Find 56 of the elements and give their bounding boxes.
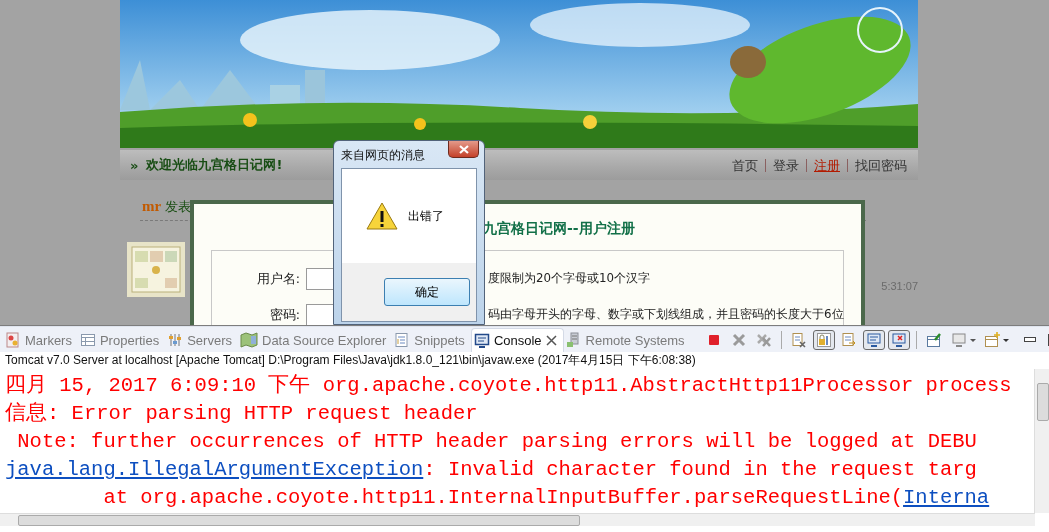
alert-title: 来自网页的消息 [341,147,425,164]
clear-console-icon [790,332,807,348]
console-line: java.lang.IllegalArgumentException: Invalid character found in the request targ [5,457,978,483]
minimize-icon[interactable] [1023,337,1036,343]
map-icon [240,332,258,348]
field-hint: 码由字母开头的字母、数字或下划线组成，并且密码的长度大于6位 [488,307,844,323]
nav-link[interactable]: 找回密码 [847,158,914,172]
stderr-console-icon [890,332,907,348]
lock-icon [815,332,832,348]
close-icon [730,332,747,348]
view-tab[interactable]: Console [470,328,564,352]
view-tab[interactable]: Markers [3,328,78,352]
nav-link[interactable]: 注册 [806,158,847,172]
view-tab[interactable]: Snippets [392,328,471,352]
bullet-mark: » [130,157,139,173]
console-line: Note: further occurrences of HTTP header parsing errors will be logged at DEBU [16,429,978,455]
nav-link[interactable]: 登录 [765,158,806,172]
stdout-console-icon [865,332,882,348]
welcome-text: 欢迎光临九宫格日记网! [146,156,283,174]
close-icon [545,335,557,346]
alert-message: 出错了 [408,207,444,225]
close-all-icon [755,332,772,348]
console-line: at org.apache.coyote.http11.InternalInputBuffer.parseRequestLine(Interna [102,485,991,511]
post-time: 5:31:07 [881,280,918,292]
console-line: 信息: Error parsing HTTP request header [5,401,479,427]
display-icon [950,332,977,348]
field-label: 密码: [268,306,300,324]
markers-icon [5,332,21,348]
properties-icon [79,332,96,348]
snippets-icon [394,332,411,348]
field-label: 用户名: [255,270,300,288]
close-button[interactable] [448,141,479,158]
warning-icon [366,202,398,230]
servers-icon [167,332,184,348]
toolbar-button[interactable] [887,330,910,350]
view-tab[interactable]: Properties [77,328,166,352]
post-action: 发表 [165,198,192,216]
console-icon [473,332,490,349]
stack-trace-link[interactable]: Interna [903,486,990,509]
horizontal-scrollbar[interactable] [0,513,1035,526]
vertical-scrollbar[interactable] [1034,369,1049,513]
stack-trace-link[interactable]: java.lang.IllegalArgumentException [5,458,424,481]
view-tab[interactable]: Servers [165,328,238,352]
console-title: Tomcat v7.0 Server at localhost [Apache Tomcat] D:\Program Files\Java\jdk1.8.0_121\bin\javaw.exe (2017年4月15日 下午6:08:38) [4,352,697,369]
close-icon [458,144,469,154]
new-console-icon [983,332,1010,348]
view-tab[interactable]: Remote Systems [563,328,691,352]
nav-link[interactable]: 首页 [725,158,765,172]
view-tab[interactable]: Data Source Explorer [238,328,393,352]
server-icon [565,332,582,348]
toolbar-button[interactable] [862,330,885,350]
console-line: 四月 15, 2017 6:09:10 下午 org.apache.coyote.http11.AbstractHttp11Processor process [5,373,1013,399]
field-hint: 度限制为20个字母或10个汉字 [488,271,652,287]
pin-icon [925,332,942,348]
ok-button[interactable]: 确定 [384,278,470,306]
toolbar-button[interactable] [812,330,835,350]
